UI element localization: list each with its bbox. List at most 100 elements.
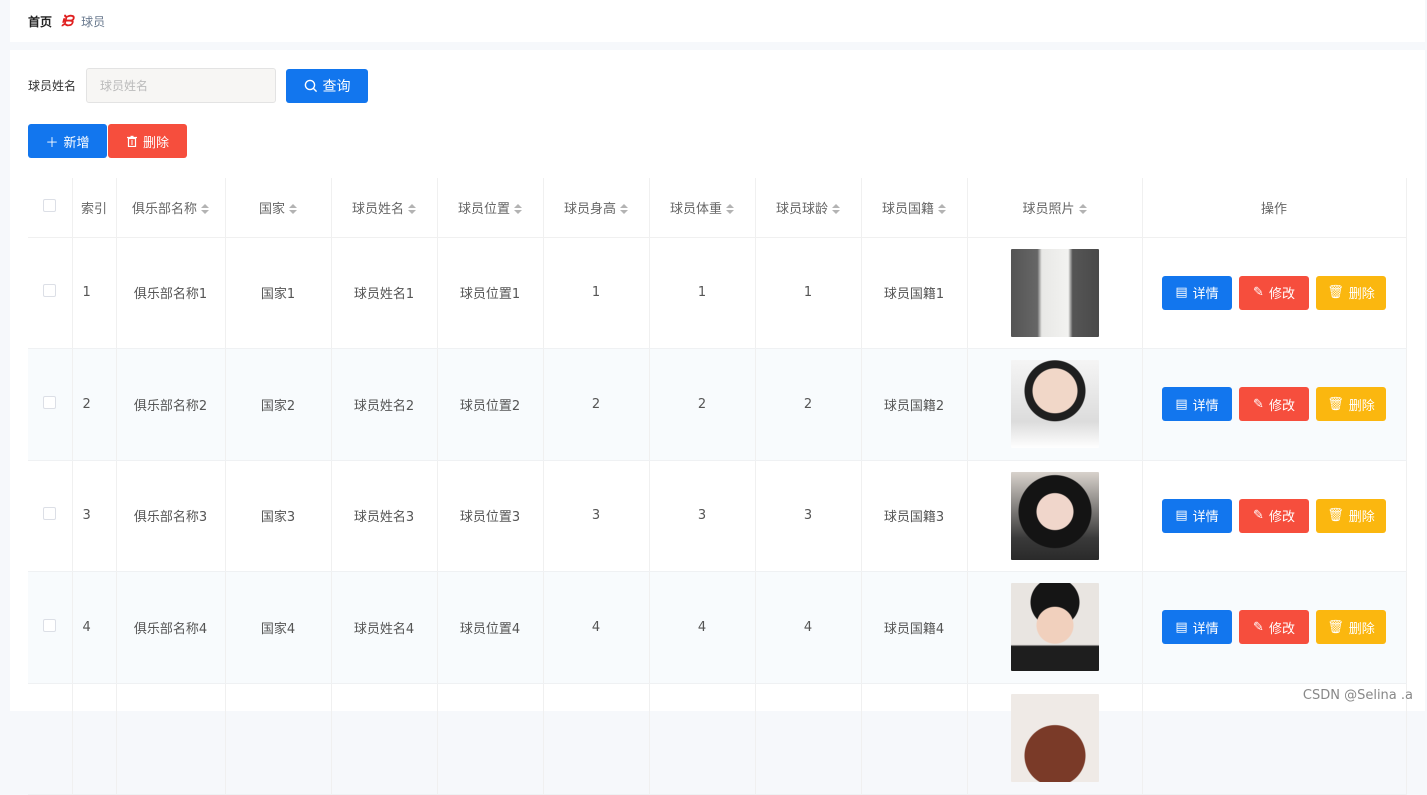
table-row: 1 俱乐部名称1 国家1 球员姓名1 球员位置1 1 1 1 球员国籍1 ▤详情… [28, 237, 1406, 349]
query-button-label: 查询 [323, 76, 351, 96]
cell-club: 俱乐部名称2 [116, 349, 225, 461]
sort-icon[interactable] [832, 204, 840, 214]
remove-button[interactable]: 🗑删除 [1316, 499, 1386, 533]
table-row: 2 俱乐部名称2 国家2 球员姓名2 球员位置2 2 2 2 球员国籍2 ▤详情… [28, 349, 1406, 461]
watermark: CSDN @Selina .a [1303, 688, 1413, 703]
breadcrumb-home[interactable]: 首页 [28, 13, 52, 30]
player-photo[interactable] [1011, 694, 1099, 782]
cell-position: 球员位置2 [437, 349, 543, 461]
row-checkbox[interactable] [43, 619, 56, 632]
plus-icon: ＋ [45, 132, 58, 151]
detail-button[interactable]: ▤详情 [1162, 387, 1232, 421]
cell-age: 2 [755, 349, 861, 461]
document-icon: ▤ [1175, 285, 1187, 300]
trash-icon: 🗑 [1327, 397, 1344, 412]
breadcrumb-separator-icon: ᙝ [61, 12, 72, 30]
player-table: 索引 俱乐部名称 国家 球员姓名 球员位置 球员身高 球员体重 球员球龄 球员国… [28, 178, 1407, 795]
player-photo[interactable] [1011, 472, 1099, 560]
detail-button[interactable]: ▤详情 [1162, 499, 1232, 533]
breadcrumb-current: 球员 [81, 13, 105, 30]
header-select-all [28, 178, 72, 237]
sort-icon[interactable] [620, 204, 628, 214]
sort-icon[interactable] [289, 204, 297, 214]
trash-icon: 🗑 [1327, 285, 1344, 300]
search-label: 球员姓名 [28, 77, 76, 94]
cell-name: 球员姓名1 [331, 237, 437, 349]
query-button[interactable]: 查询 [286, 69, 368, 103]
sort-icon[interactable] [1079, 204, 1087, 214]
cell-name: 球员姓名3 [331, 460, 437, 572]
row-checkbox[interactable] [43, 284, 56, 297]
header-age[interactable]: 球员球龄 [755, 178, 861, 237]
cell-weight: 3 [649, 460, 755, 572]
delete-button[interactable]: 删除 [108, 124, 187, 158]
pencil-icon: ✎ [1253, 285, 1264, 300]
edit-button[interactable]: ✎修改 [1239, 387, 1309, 421]
cell-country: 国家4 [225, 572, 331, 684]
cell-nationality: 球员国籍1 [861, 237, 967, 349]
cell-name: 球员姓名2 [331, 349, 437, 461]
header-photo[interactable]: 球员照片 [967, 178, 1142, 237]
add-button-label: 新增 [64, 132, 90, 151]
row-checkbox[interactable] [43, 396, 56, 409]
header-nationality[interactable]: 球员国籍 [861, 178, 967, 237]
header-position[interactable]: 球员位置 [437, 178, 543, 237]
header-index: 索引 [72, 178, 116, 237]
cell-position: 球员位置1 [437, 237, 543, 349]
header-country[interactable]: 国家 [225, 178, 331, 237]
edit-button[interactable]: ✎修改 [1239, 499, 1309, 533]
cell-height: 4 [543, 572, 649, 684]
cell-height: 2 [543, 349, 649, 461]
edit-button[interactable]: ✎修改 [1239, 276, 1309, 310]
row-checkbox[interactable] [43, 507, 56, 520]
sort-icon[interactable] [726, 204, 734, 214]
player-photo[interactable] [1011, 249, 1099, 337]
cell-age: 1 [755, 237, 861, 349]
edit-button[interactable]: ✎修改 [1239, 610, 1309, 644]
select-all-checkbox[interactable] [43, 199, 56, 212]
trash-icon: 🗑 [1327, 508, 1344, 523]
table-row-partial [28, 683, 1406, 795]
pencil-icon: ✎ [1253, 620, 1264, 635]
header-actions: 操作 [1142, 178, 1406, 237]
document-icon: ▤ [1175, 508, 1187, 523]
table-header-row: 索引 俱乐部名称 国家 球员姓名 球员位置 球员身高 球员体重 球员球龄 球员国… [28, 178, 1406, 237]
header-name[interactable]: 球员姓名 [331, 178, 437, 237]
cell-club: 俱乐部名称3 [116, 460, 225, 572]
document-icon: ▤ [1175, 620, 1187, 635]
add-button[interactable]: ＋ 新增 [28, 124, 107, 158]
cell-weight: 4 [649, 572, 755, 684]
table-row: 4 俱乐部名称4 国家4 球员姓名4 球员位置4 4 4 4 球员国籍4 ▤详情… [28, 572, 1406, 684]
detail-button[interactable]: ▤详情 [1162, 610, 1232, 644]
search-row: 球员姓名 查询 [28, 68, 368, 103]
cell-position: 球员位置3 [437, 460, 543, 572]
sort-icon[interactable] [938, 204, 946, 214]
cell-age: 4 [755, 572, 861, 684]
cell-country: 国家1 [225, 237, 331, 349]
cell-nationality: 球员国籍4 [861, 572, 967, 684]
delete-button-label: 删除 [143, 132, 169, 151]
header-weight[interactable]: 球员体重 [649, 178, 755, 237]
sort-icon[interactable] [408, 204, 416, 214]
cell-country: 国家3 [225, 460, 331, 572]
remove-button[interactable]: 🗑删除 [1316, 276, 1386, 310]
action-row: ＋ 新增 删除 [28, 124, 187, 158]
detail-button[interactable]: ▤详情 [1162, 276, 1232, 310]
header-club[interactable]: 俱乐部名称 [116, 178, 225, 237]
cell-weight: 1 [649, 237, 755, 349]
cell-index: 4 [72, 572, 116, 684]
sort-icon[interactable] [201, 204, 209, 214]
search-input[interactable] [86, 68, 276, 103]
cell-height: 1 [543, 237, 649, 349]
player-photo[interactable] [1011, 360, 1099, 448]
remove-button[interactable]: 🗑删除 [1316, 610, 1386, 644]
trash-icon: 🗑 [1327, 620, 1344, 635]
cell-index: 2 [72, 349, 116, 461]
sort-icon[interactable] [514, 204, 522, 214]
search-icon [304, 79, 318, 93]
remove-button[interactable]: 🗑删除 [1316, 387, 1386, 421]
player-photo[interactable] [1011, 583, 1099, 671]
header-height[interactable]: 球员身高 [543, 178, 649, 237]
document-icon: ▤ [1175, 397, 1187, 412]
cell-age: 3 [755, 460, 861, 572]
